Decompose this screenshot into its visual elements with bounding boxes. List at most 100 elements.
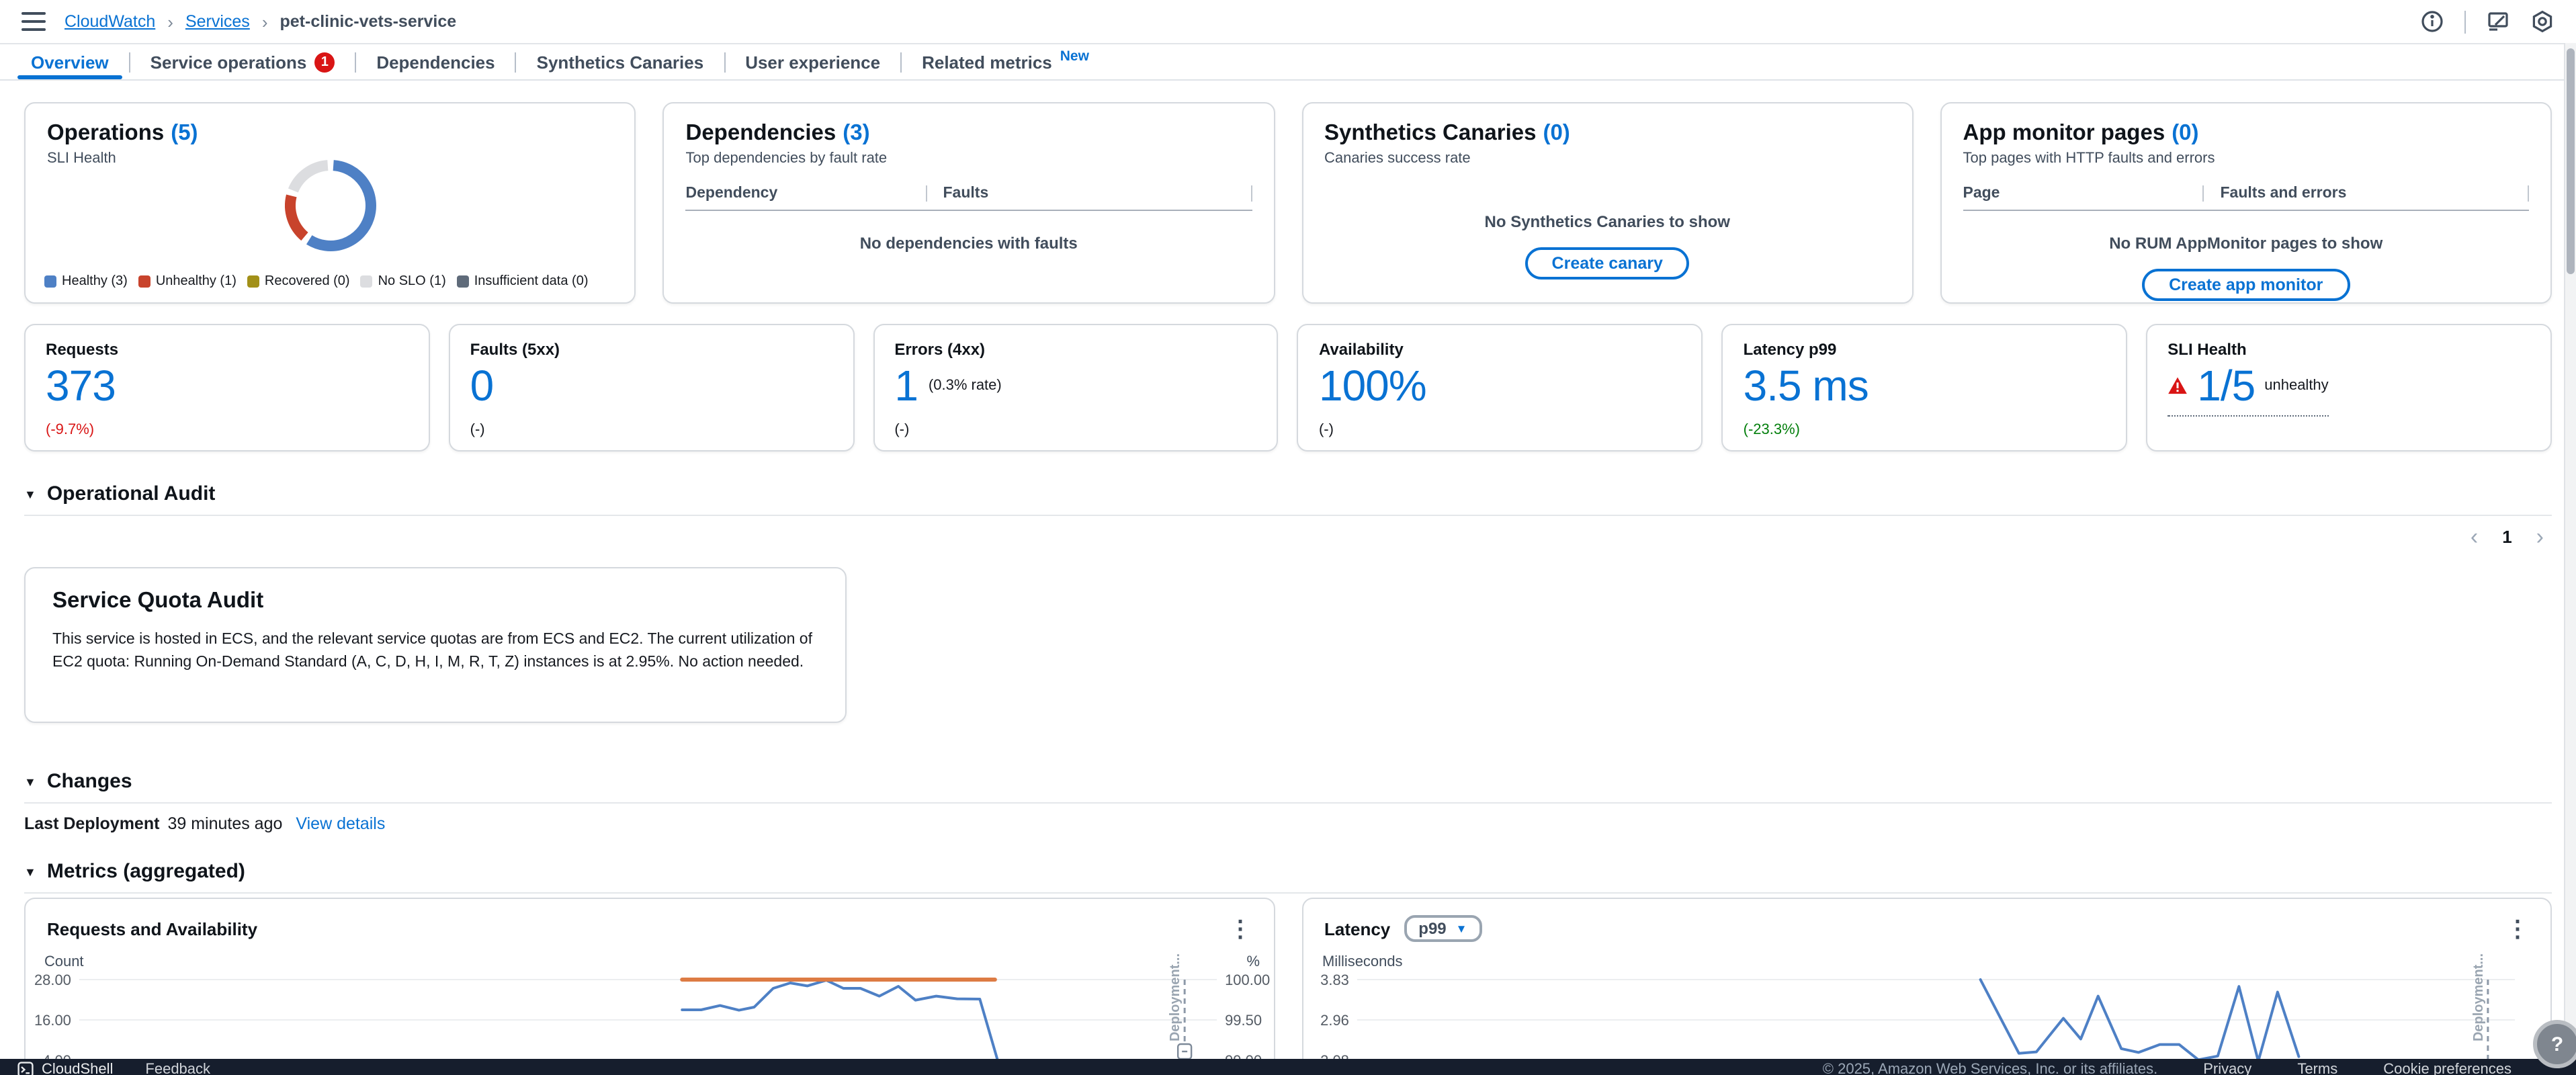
hamburger-menu-icon[interactable]: [22, 12, 46, 31]
card-subtitle: Top pages with HTTP faults and errors: [1963, 150, 2530, 167]
kebab-menu-icon[interactable]: ⋮: [2506, 917, 2529, 940]
deployment-marker-label: Deployment...: [1168, 953, 1183, 1041]
card-subtitle: Canaries success rate: [1324, 150, 1891, 167]
operational-audit-header[interactable]: ▼ Operational Audit: [24, 482, 2552, 505]
feedback-button[interactable]: Feedback: [145, 1062, 210, 1075]
card-counter[interactable]: (5): [171, 121, 198, 145]
metric-label: SLI Health: [2167, 340, 2530, 359]
tab-service-operations[interactable]: Service operations1: [130, 44, 355, 79]
cloudshell-button[interactable]: CloudShell: [17, 1062, 113, 1075]
requests-availability-chart-card: Requests and Availability ⋮ 28.0016.004.…: [24, 898, 1275, 1075]
breadcrumb-services[interactable]: Services: [185, 12, 250, 31]
scrollbar-thumb[interactable]: [2567, 48, 2575, 274]
section-divider: [24, 515, 2552, 516]
legend-swatch: [361, 275, 373, 288]
y-axis-tick-label: 28.00: [34, 972, 71, 988]
y-axis-title: Count: [44, 953, 84, 970]
app-monitor-pages-card: App monitor pages(0) Top pages with HTTP…: [1940, 102, 2552, 304]
console-footer: CloudShell Feedback © 2025, Amazon Web S…: [0, 1059, 2576, 1075]
tab-dependencies[interactable]: Dependencies: [356, 44, 515, 79]
metric-value: 0: [470, 364, 494, 408]
view-details-link[interactable]: View details: [296, 814, 385, 833]
latency-chart: 3.832.962.08Milliseconds00:0000:0500:100…: [1303, 945, 2550, 1075]
errors-metric-card: Errors (4xx) 1(0.3% rate) (-): [873, 324, 1279, 452]
card-title: Synthetics Canaries: [1324, 121, 1536, 145]
y-axis-title: Milliseconds: [1322, 953, 1402, 970]
operations-card: Operations(5) SLI Health Healthy (3) Unh…: [24, 102, 636, 304]
summary-cards-row: Operations(5) SLI Health Healthy (3) Unh…: [24, 102, 2552, 304]
column-divider: [1250, 185, 1252, 202]
section-divider: [24, 892, 2552, 894]
donut-legend: Healthy (3) Unhealthy (1) Recovered (0) …: [44, 274, 621, 289]
next-page-icon[interactable]: ›: [2536, 525, 2544, 548]
donut-segment: [293, 165, 327, 190]
tab-overview[interactable]: Overview: [11, 44, 129, 79]
terms-link[interactable]: Terms: [2297, 1062, 2337, 1075]
empty-state-message: No RUM AppMonitor pages to show: [1963, 234, 2530, 253]
create-app-monitor-button[interactable]: Create app monitor: [2142, 269, 2350, 301]
metric-delta: (-23.3%): [1744, 422, 1800, 438]
metric-value: 373: [46, 364, 116, 408]
tab-related-metrics[interactable]: Related metricsNew: [902, 44, 1109, 79]
column-header-page[interactable]: Page: [1963, 185, 2203, 202]
legend-swatch: [247, 275, 259, 288]
latency-chart-card: Latency p99 ▼ ⋮ 3.832.962.08Milliseconds…: [1301, 898, 2552, 1075]
breadcrumb-cloudwatch[interactable]: CloudWatch: [65, 12, 155, 31]
copyright-text: © 2025, Amazon Web Services, Inc. or its…: [1823, 1062, 2157, 1075]
percentile-dropdown[interactable]: p99 ▼: [1404, 915, 1482, 942]
cloudshell-label: CloudShell: [42, 1062, 113, 1075]
quota-card-title: Service Quota Audit: [52, 589, 818, 614]
settings-gear-icon[interactable]: [2530, 9, 2554, 34]
privacy-link[interactable]: Privacy: [2203, 1062, 2251, 1075]
table-header: Page Faults and errors: [1963, 185, 2530, 211]
cookie-preferences-link[interactable]: Cookie preferences: [2383, 1062, 2511, 1075]
metric-delta: (-9.7%): [46, 422, 94, 438]
kebab-menu-icon[interactable]: ⋮: [1229, 917, 1252, 940]
divider: [2464, 10, 2466, 33]
donut-segment: [290, 196, 304, 236]
card-counter[interactable]: (3): [843, 121, 869, 145]
tab-user-experience[interactable]: User experience: [725, 44, 900, 79]
previous-page-icon[interactable]: ‹: [2471, 525, 2478, 548]
metric-value: 1/5: [2197, 364, 2255, 408]
legend-item-insufficient-data: Insufficient data (0): [457, 274, 589, 289]
sli-health-popover-trigger[interactable]: 1/5 unhealthy: [2167, 364, 2328, 416]
card-counter[interactable]: (0): [2172, 121, 2198, 145]
section-title: Changes: [47, 770, 132, 793]
legend-label: Recovered (0): [265, 274, 350, 289]
column-header-faults[interactable]: Faults: [926, 185, 1251, 202]
column-header-dependency[interactable]: Dependency: [686, 185, 926, 202]
new-badge: New: [1060, 48, 1089, 64]
faults-metric-card: Faults (5xx) 0 (-): [449, 324, 855, 452]
last-deployment-label: Last Deployment: [24, 814, 159, 833]
breadcrumb-current-service: pet-clinic-vets-service: [280, 12, 457, 31]
legend-label: Insufficient data (0): [474, 274, 589, 289]
help-button[interactable]: ?: [2533, 1020, 2576, 1068]
tab-synthetics-canaries[interactable]: Synthetics Canaries: [517, 44, 724, 79]
changes-header[interactable]: ▼ Changes: [24, 770, 2552, 793]
metric-value: 3.5 ms: [1744, 364, 1869, 408]
section-title: Operational Audit: [47, 482, 216, 505]
section-title: Metrics (aggregated): [47, 860, 245, 883]
tab-label: User experience: [745, 52, 880, 72]
quota-card-body: This service is hosted in ECS, and the r…: [52, 629, 818, 675]
scrollbar-track[interactable]: [2564, 43, 2576, 1059]
metrics-aggregated-header[interactable]: ▼ Metrics (aggregated): [24, 860, 2552, 883]
info-icon[interactable]: [2420, 9, 2444, 34]
card-counter[interactable]: (0): [1543, 121, 1570, 145]
deployment-marker-label: Deployment...: [2471, 953, 2485, 1041]
empty-state-message: No Synthetics Canaries to show: [1324, 212, 1891, 231]
page-number[interactable]: 1: [2502, 526, 2511, 546]
legend-item-healthy: Healthy (3): [44, 274, 128, 289]
devtools-icon[interactable]: [2486, 9, 2510, 34]
metric-label: Availability: [1319, 340, 1682, 359]
column-header-faults-errors[interactable]: Faults and errors: [2203, 185, 2528, 202]
create-canary-button[interactable]: Create canary: [1525, 247, 1690, 280]
chevron-right-icon: ›: [167, 11, 173, 32]
chart-title: Requests and Availability: [47, 918, 257, 939]
y-axis-tick-label: 2.96: [1320, 1012, 1348, 1029]
metric-delta: (-): [894, 422, 909, 438]
metric-label: Requests: [46, 340, 409, 359]
column-divider: [2528, 185, 2529, 202]
metric-label: Latency p99: [1744, 340, 2106, 359]
